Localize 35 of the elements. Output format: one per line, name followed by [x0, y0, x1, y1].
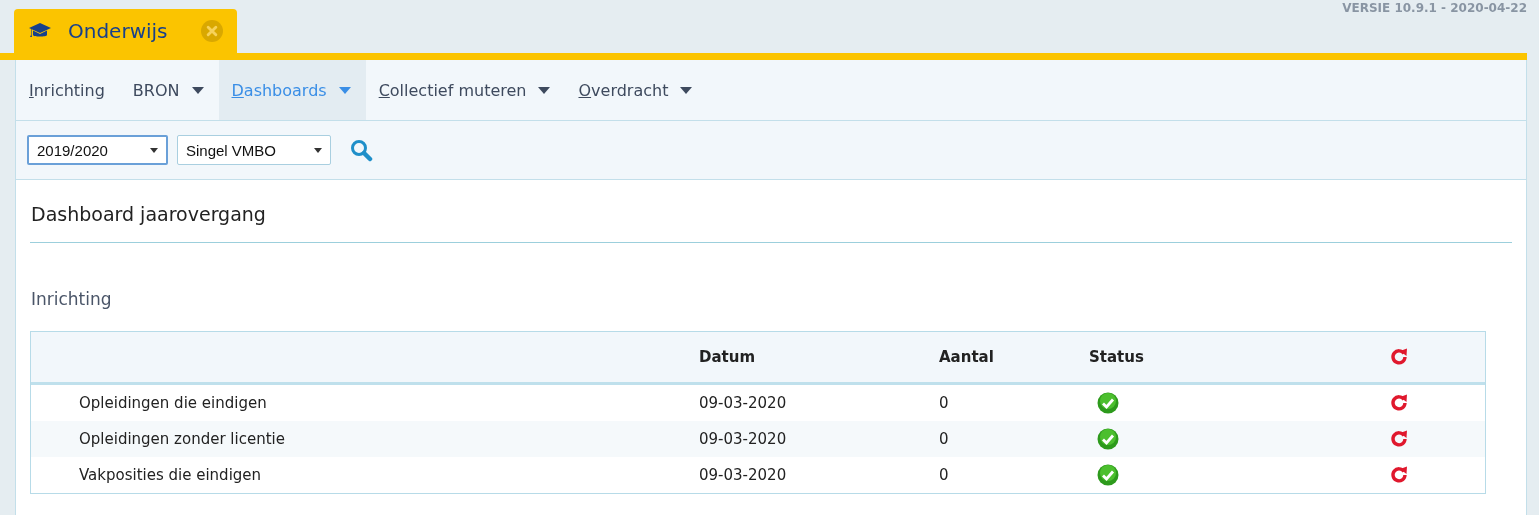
caret-icon	[338, 86, 351, 94]
refresh-icon[interactable]	[1389, 347, 1409, 367]
table-cell-text: Opleidingen zonder licentie	[78, 430, 286, 448]
graduation-cap-icon	[28, 22, 52, 40]
table-cell-text: Opleidingen die eindigen	[78, 394, 268, 412]
table-cell-text: 09-03-2020	[698, 394, 788, 412]
caret-icon	[314, 147, 322, 153]
table-cell-text: 0	[938, 394, 950, 412]
caret-icon	[680, 86, 693, 94]
refresh-icon[interactable]	[1389, 465, 1409, 485]
table-cell-text: 09-03-2020	[698, 430, 788, 448]
refresh-icon[interactable]	[1389, 429, 1409, 449]
caret-icon	[191, 86, 204, 94]
section-title: Inrichting	[31, 289, 113, 309]
page-title: Dashboard jaarovergang	[30, 180, 1512, 243]
table-cell-text: Vakposities die eindigen	[78, 466, 263, 484]
menu-item[interactable]: Collectief muteren	[365, 60, 566, 120]
caret-icon	[150, 147, 158, 153]
column-header: Datum	[698, 348, 757, 366]
module-tab[interactable]: Onderwijs	[14, 9, 237, 53]
column-header: Aantal	[938, 348, 995, 366]
dropdown-field[interactable]: 2019/2020	[27, 135, 168, 165]
menu-item[interactable]: Inrichting	[16, 60, 120, 120]
column-header: Status	[1089, 348, 1145, 366]
menu-item[interactable]: Overdracht	[565, 60, 708, 120]
caret-icon	[538, 86, 551, 94]
table-cell-text: 09-03-2020	[698, 466, 788, 484]
version-label: VERSIE 10.9.1 - 2020-04-22	[1342, 1, 1527, 15]
tab-title: Onderwijs	[68, 19, 169, 43]
search-icon[interactable]	[349, 138, 373, 162]
table-cell-text: 0	[938, 430, 950, 448]
refresh-icon[interactable]	[1389, 393, 1409, 413]
menu-item[interactable]: BRON	[119, 60, 219, 120]
table-cell-text: 0	[938, 466, 950, 484]
dropdown-field[interactable]: Singel VMBO	[177, 135, 331, 165]
